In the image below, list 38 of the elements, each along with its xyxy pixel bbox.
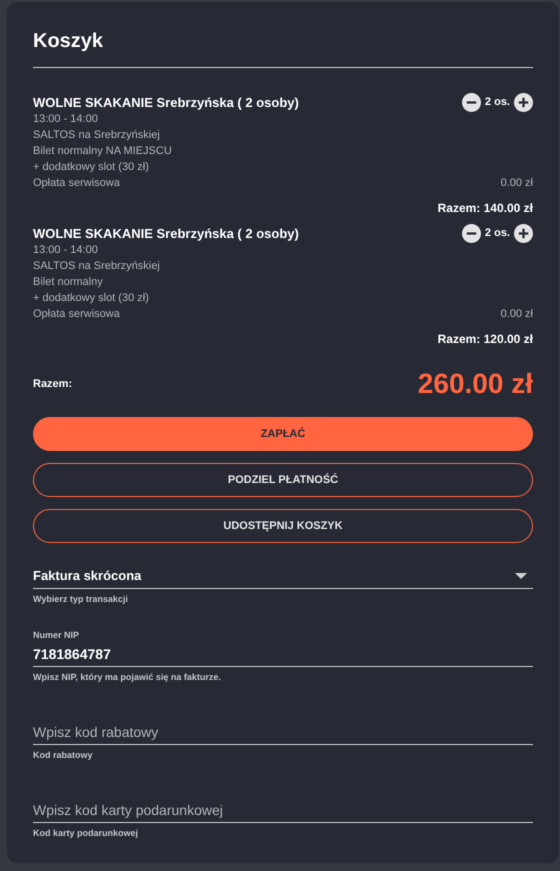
- fee-label: Opłata serwisowa: [33, 176, 120, 191]
- outline-button[interactable]: UDOSTĘPNIJ KOSZYK: [33, 509, 533, 543]
- total-label: Razem:: [33, 378, 72, 390]
- quantity-text: 2 os.: [484, 96, 510, 108]
- input-field[interactable]: 7181864787: [33, 640, 533, 667]
- helper-text: Wpisz NIP, który ma pojawić się na fakturze.: [33, 672, 222, 682]
- item-detail: 13:00 - 14:00: [33, 112, 99, 127]
- item-detail: Bilet normalny NA MIEJSCU: [33, 144, 173, 159]
- plus-icon[interactable]: [514, 224, 533, 242]
- item-detail: Bilet normalny: [33, 275, 104, 290]
- helper-text: Wybierz typ transakcji: [33, 594, 129, 604]
- transaction-type-select[interactable]: Faktura skrócona: [33, 564, 533, 589]
- fee-label: Opłata serwisowa: [33, 307, 120, 322]
- item-total: Razem: 140.00 zł: [436, 201, 533, 217]
- total-amount: 260.00 zł: [418, 368, 533, 400]
- input-field[interactable]: Wpisz kod karty podarunkowej: [33, 796, 533, 823]
- fee-value: 0.00 zł: [500, 307, 533, 322]
- cart-title: Koszyk: [33, 30, 104, 54]
- helper-text: Kod karty podarunkowej: [33, 828, 140, 838]
- caret-icon: [515, 572, 527, 578]
- minus-icon[interactable]: [462, 224, 481, 242]
- minus-icon[interactable]: [462, 92, 481, 112]
- field-label: Numer NIP: [33, 630, 80, 640]
- outline-button[interactable]: PODZIEL PŁATNOŚĆ: [33, 463, 533, 497]
- item-detail: SALTOS na Srebrzyńskiej: [33, 128, 161, 143]
- item-name: WOLNE SKAKANIE Srebrzyńska ( 2 osoby): [33, 226, 299, 240]
- item-detail: + dodatkowy slot (30 zł): [33, 291, 150, 306]
- plus-icon[interactable]: [514, 92, 533, 112]
- item-detail: 13:00 - 14:00: [33, 243, 99, 258]
- item-detail: + dodatkowy slot (30 zł): [33, 160, 150, 175]
- item-total: Razem: 120.00 zł: [436, 332, 533, 348]
- input-field[interactable]: Wpisz kod rabatowy: [33, 718, 533, 745]
- item-name: WOLNE SKAKANIE Srebrzyńska ( 2 osoby): [33, 94, 299, 110]
- pay-button[interactable]: ZAPŁAĆ: [33, 417, 533, 451]
- quantity-text: 2 os.: [484, 227, 510, 239]
- helper-text: Kod rabatowy: [33, 750, 94, 760]
- item-detail: SALTOS na Srebrzyńskiej: [33, 259, 161, 274]
- fee-value: 0.00 zł: [500, 176, 533, 191]
